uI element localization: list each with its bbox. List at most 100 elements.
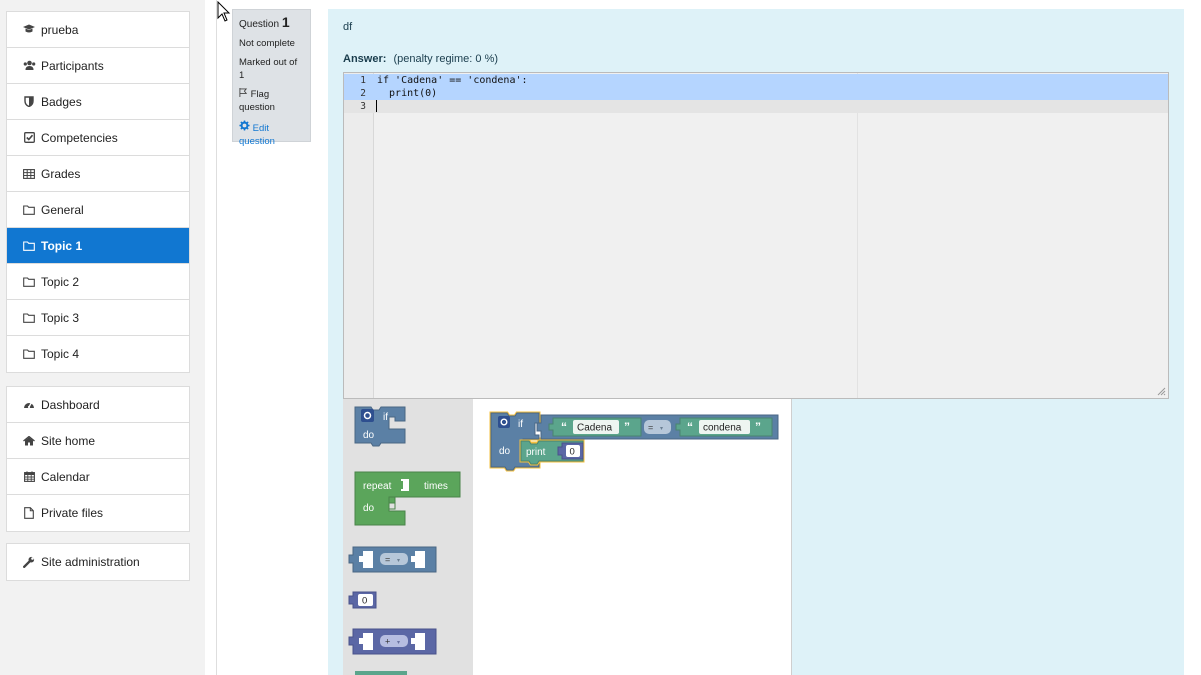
nav-item-calendar[interactable]: Calendar bbox=[7, 459, 189, 495]
workspace-print-label: print bbox=[526, 447, 546, 458]
toolbox-do-label: do bbox=[363, 430, 375, 441]
flag-question-link[interactable]: Flag question bbox=[239, 88, 304, 114]
workspace-print-block[interactable]: print 0 bbox=[519, 439, 585, 466]
shield-icon bbox=[22, 96, 36, 107]
nav-item-label: Topic 1 bbox=[41, 238, 83, 253]
nav-item-label: Topic 2 bbox=[41, 274, 80, 289]
question-number: Question 1 bbox=[239, 15, 304, 31]
nav-item-topic-1[interactable]: Topic 1 bbox=[7, 228, 189, 264]
toolbox-compare-block[interactable]: = ▾ bbox=[348, 546, 437, 573]
toolbox-number-block[interactable]: 0 bbox=[348, 591, 377, 609]
workspace-left-string-block[interactable]: “ Cadena ” bbox=[548, 417, 642, 437]
folder-icon bbox=[22, 204, 36, 215]
flag-label: Flag bbox=[250, 89, 270, 100]
nav-item-label: Dashboard bbox=[41, 397, 100, 412]
workspace-mutator-icon[interactable] bbox=[498, 416, 510, 428]
wrench-icon bbox=[22, 556, 36, 568]
course-nav: prueba Participants Badges Competencies Grad… bbox=[6, 11, 190, 373]
toolbox-arith-block[interactable]: + ▾ bbox=[348, 628, 437, 655]
workspace-right-string[interactable]: condena bbox=[703, 423, 742, 434]
question-state: Not complete bbox=[239, 38, 295, 49]
workspace-right-string-block[interactable]: “ condena ” bbox=[675, 417, 773, 437]
edit-label-2: question bbox=[239, 136, 275, 147]
toolbox-repeat-block[interactable]: repeat times do bbox=[354, 471, 461, 526]
users-icon bbox=[22, 60, 36, 71]
gear-icon bbox=[239, 120, 250, 131]
text-cursor bbox=[376, 100, 377, 112]
nav-item-prueba[interactable]: prueba bbox=[7, 12, 189, 48]
svg-text:“: “ bbox=[687, 420, 693, 434]
nav-item-label: Private files bbox=[41, 506, 104, 520]
workspace-compare-block[interactable]: “ Cadena ” = ▾ “ condena ” bbox=[536, 414, 779, 440]
toolbox-arith-op: + bbox=[385, 637, 390, 647]
file-icon bbox=[22, 507, 36, 519]
editor-line[interactable]: 3 bbox=[344, 100, 1168, 113]
flag-icon bbox=[239, 88, 248, 97]
toolbox-repeat-label: repeat bbox=[363, 481, 392, 492]
nav-item-dashboard[interactable]: Dashboard bbox=[7, 387, 189, 423]
editor-line[interactable]: 2 print(0) bbox=[344, 87, 1168, 100]
line-code[interactable]: print(0) bbox=[374, 87, 437, 100]
nav-item-topic-2[interactable]: Topic 2 bbox=[7, 264, 189, 300]
toolbox-number-value: 0 bbox=[362, 596, 367, 607]
nav-item-grades[interactable]: Grades bbox=[7, 156, 189, 192]
nav-item-label: Grades bbox=[41, 166, 81, 181]
edit-question-link[interactable]: Edit question bbox=[239, 120, 304, 148]
blockly-canvas[interactable]: if do repeat times do = ▾ 0 + ▾ if do “ … bbox=[343, 399, 792, 675]
blockly-area[interactable]: if do repeat times do = ▾ 0 + ▾ if do “ … bbox=[343, 399, 792, 675]
workspace-operator: = bbox=[648, 423, 653, 433]
nav-item-topic-4[interactable]: Topic 4 bbox=[7, 336, 189, 372]
site-nav: Dashboard Site home Calendar Private files bbox=[6, 386, 190, 532]
nav-item-label: General bbox=[41, 202, 84, 217]
toolbox-compare-op: = bbox=[385, 555, 390, 565]
graduation-cap-icon bbox=[22, 24, 36, 35]
nav-item-label: Participants bbox=[41, 58, 104, 73]
workspace-left-string[interactable]: Cadena bbox=[577, 423, 612, 434]
home-icon bbox=[22, 435, 36, 446]
workspace-do-label: do bbox=[499, 446, 511, 457]
admin-nav: Site administration bbox=[6, 543, 190, 581]
toolbox-if-label: if bbox=[383, 412, 388, 423]
line-number: 3 bbox=[360, 101, 366, 112]
nav-item-label: Badges bbox=[41, 94, 82, 109]
svg-text:▾: ▾ bbox=[397, 640, 400, 646]
nav-item-private-files[interactable]: Private files bbox=[7, 495, 189, 531]
nav-item-general[interactable]: General bbox=[7, 192, 189, 228]
nav-item-label: Site administration bbox=[41, 555, 140, 569]
question-text: df bbox=[343, 21, 353, 33]
resize-handle-icon[interactable] bbox=[1156, 386, 1166, 396]
nav-drawer: prueba Participants Badges Competencies Grad… bbox=[0, 0, 205, 675]
mouse-pointer-icon bbox=[217, 1, 231, 22]
editor-gutter bbox=[344, 73, 374, 398]
dashboard-icon bbox=[22, 399, 36, 410]
editor-line[interactable]: 1 if 'Cadena' == 'condena': bbox=[344, 74, 1168, 87]
svg-text:”: ” bbox=[755, 420, 761, 434]
nav-item-label: Topic 3 bbox=[41, 310, 80, 325]
nav-item-competencies[interactable]: Competencies bbox=[7, 120, 189, 156]
page-divider bbox=[216, 0, 217, 675]
line-number: 1 bbox=[360, 75, 366, 86]
nav-item-site-administration[interactable]: Site administration bbox=[7, 544, 189, 580]
table-icon bbox=[22, 168, 36, 179]
svg-text:”: ” bbox=[624, 420, 630, 434]
workspace-if-label: if bbox=[518, 419, 523, 430]
print-margin bbox=[857, 73, 858, 398]
toolbox-text-block[interactable] bbox=[355, 671, 407, 675]
workspace-print-value[interactable]: 0 bbox=[570, 447, 575, 458]
penalty-regime: (penalty regime: 0 %) bbox=[393, 53, 499, 65]
nav-item-site-home[interactable]: Site home bbox=[7, 423, 189, 459]
svg-text:▾: ▾ bbox=[397, 558, 400, 564]
nav-item-badges[interactable]: Badges bbox=[7, 84, 189, 120]
toolbox-if-block[interactable]: if do bbox=[354, 406, 406, 447]
nav-item-participants[interactable]: Participants bbox=[7, 48, 189, 84]
answer-heading: Answer: bbox=[343, 53, 387, 65]
line-number: 2 bbox=[360, 88, 366, 99]
folder-icon bbox=[22, 312, 36, 323]
mutator-icon[interactable] bbox=[361, 409, 374, 422]
nav-item-topic-3[interactable]: Topic 3 bbox=[7, 300, 189, 336]
code-editor[interactable]: 1 if 'Cadena' == 'condena': 2 print(0) 3 bbox=[343, 72, 1169, 399]
line-code[interactable]: if 'Cadena' == 'condena': bbox=[374, 74, 528, 87]
svg-text:▾: ▾ bbox=[660, 426, 663, 432]
toolbox-times-label: times bbox=[424, 481, 448, 492]
folder-icon bbox=[22, 276, 36, 287]
